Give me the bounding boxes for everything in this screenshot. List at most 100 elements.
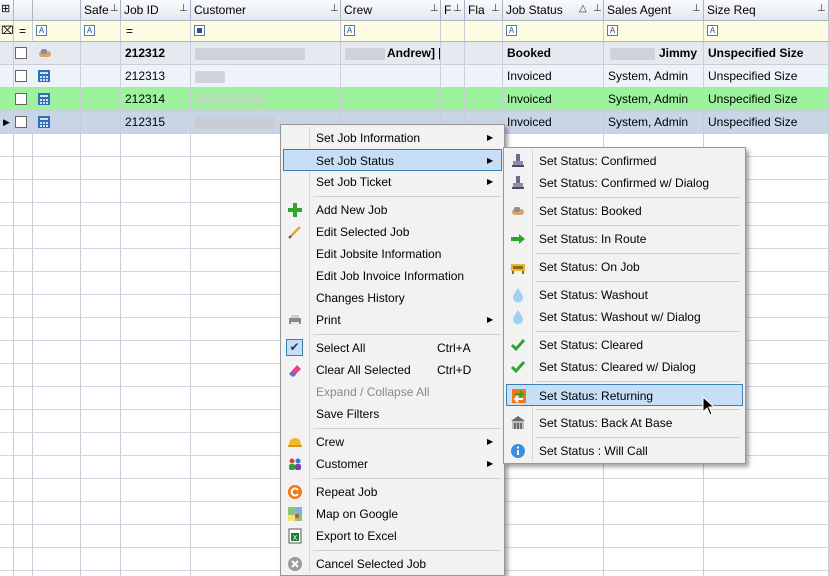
menu-item-print[interactable]: Print ▶ [283,309,502,331]
column-header-fla[interactable]: Fla ⊥ [465,0,503,21]
cell-fla[interactable] [465,42,503,64]
menu-item-status-washout[interactable]: Set Status: Washout [506,284,743,306]
cell-safe[interactable] [81,65,121,87]
cell-sales-agent[interactable]: System, Admin [604,111,704,133]
filter-cell-job-status[interactable]: A [503,21,604,42]
menu-item-add-new-job[interactable]: Add New Job [283,199,502,221]
menu-item-customer[interactable]: Customer ▶ [283,453,502,475]
filter-cell-crew[interactable]: A [341,21,441,42]
cell-f[interactable] [441,42,465,64]
cell-crew[interactable]: Andrew] [ [341,42,441,64]
filter-box-icon[interactable] [194,25,205,36]
filter-cell-f[interactable] [441,21,465,42]
icon-column-header[interactable] [33,0,81,21]
text-filter-icon[interactable]: A [36,25,47,36]
menu-item-edit-job-invoice-information[interactable]: Edit Job Invoice Information [283,265,502,287]
pin-icon[interactable]: ⊥ [453,3,462,14]
pin-icon[interactable]: ⊥ [330,3,339,14]
menu-item-status-confirmed[interactable]: Set Status: Confirmed [506,150,743,172]
cell-customer[interactable] [191,65,341,87]
cell-crew[interactable] [341,65,441,87]
table-row[interactable]: 212312 Andrew] [ Booked Jimmy Unspecifie… [0,42,829,65]
sort-ascending-icon[interactable]: △ [579,3,587,14]
cell-f[interactable] [441,65,465,87]
cell-sales-agent[interactable]: System, Admin [604,88,704,110]
cell-f[interactable] [441,88,465,110]
menu-item-save-filters[interactable]: Save Filters [283,403,502,425]
cell-safe[interactable] [81,88,121,110]
menu-item-status-washout-dialog[interactable]: Set Status: Washout w/ Dialog [506,306,743,328]
grid-settings-icon[interactable]: ⊞ [1,2,10,15]
menu-item-cancel-selected-job[interactable]: Cancel Selected Job [283,553,502,575]
pin-icon[interactable]: ⊥ [430,3,439,14]
text-filter-icon[interactable]: A [707,25,718,36]
column-header-job-id[interactable]: Job ID ⊥ [121,0,191,21]
row-checkbox[interactable] [15,116,27,128]
filter-cell-fla[interactable] [465,21,503,42]
menu-item-export-to-excel[interactable]: X Export to Excel [283,525,502,547]
filter-cell-checkbox[interactable]: = [14,21,33,42]
text-filter-icon[interactable]: A [344,25,355,36]
filter-cell-safe[interactable]: A [81,21,121,42]
pin-icon[interactable]: ⊥ [491,3,500,14]
menu-item-select-all[interactable]: ✔ Select All Ctrl+A [283,337,502,359]
menu-item-status-on-job[interactable]: Set Status: On Job [506,256,743,278]
text-filter-icon[interactable]: A [84,25,95,36]
checkbox-column-header[interactable] [14,0,33,21]
column-header-customer[interactable]: Customer ⊥ [191,0,341,21]
column-header-crew[interactable]: Crew ⊥ [341,0,441,21]
equals-operator[interactable]: = [126,24,133,38]
cell-job-status[interactable]: Booked [503,42,604,64]
filter-cell-customer[interactable] [191,21,341,42]
cell-customer[interactable] [191,42,341,64]
cell-job-status[interactable]: Invoiced [503,111,604,133]
cell-fla[interactable] [465,88,503,110]
pin-icon[interactable]: ⊥ [817,3,826,14]
row-checkbox[interactable] [15,47,27,59]
cell-customer[interactable] [191,88,341,110]
menu-item-status-in-route[interactable]: Set Status: In Route [506,228,743,250]
cell-safe[interactable] [81,42,121,64]
column-header-safe[interactable]: Safe ⊥ [81,0,121,21]
cell-crew[interactable] [341,88,441,110]
menu-item-status-confirmed-dialog[interactable]: Set Status: Confirmed w/ Dialog [506,172,743,194]
column-header-job-status[interactable]: Job Status △ ⊥ [503,0,604,21]
cell-safe[interactable] [81,111,121,133]
menu-item-set-job-status[interactable]: Set Job Status ▶ [283,149,502,171]
equals-operator[interactable]: = [19,24,26,38]
text-filter-icon[interactable]: A [607,25,618,36]
pin-icon[interactable]: ⊥ [593,3,602,14]
menu-item-crew[interactable]: Crew ▶ [283,431,502,453]
table-row[interactable]: 212313 Invoiced System, Admin Unspecifie… [0,65,829,88]
menu-item-edit-selected-job[interactable]: Edit Selected Job [283,221,502,243]
cell-job-status[interactable]: Invoiced [503,88,604,110]
row-checkbox[interactable] [15,70,27,82]
cell-sales-agent[interactable]: Jimmy [604,42,704,64]
menu-item-set-job-ticket[interactable]: Set Job Ticket ▶ [283,171,502,193]
cell-job-id[interactable]: 212312 [121,42,191,64]
column-header-size-req[interactable]: Size Req ⊥ [704,0,829,21]
column-header-sales-agent[interactable]: Sales Agent ⊥ [604,0,704,21]
cell-job-status[interactable]: Invoiced [503,65,604,87]
menu-item-map-on-google[interactable]: Map on Google [283,503,502,525]
clear-filter-cell[interactable]: ⌧ [0,21,14,42]
menu-item-status-will-call[interactable]: Set Status : Will Call [506,440,743,462]
menu-item-changes-history[interactable]: Changes History [283,287,502,309]
filter-cell-size-req[interactable]: A [704,21,829,42]
cell-size-req[interactable]: Unspecified Size [704,88,829,110]
filter-cell-icon[interactable]: A [33,21,81,42]
pin-icon[interactable]: ⊥ [692,3,701,14]
text-filter-icon[interactable]: A [506,25,517,36]
menu-item-repeat-job[interactable]: Repeat Job [283,481,502,503]
pin-icon[interactable]: ⊥ [179,3,188,14]
cell-job-id[interactable]: 212313 [121,65,191,87]
row-checkbox[interactable] [15,93,27,105]
cell-size-req[interactable]: Unspecified Size [704,42,829,64]
menu-item-edit-jobsite-information[interactable]: Edit Jobsite Information [283,243,502,265]
cell-job-id[interactable]: 212315 [121,111,191,133]
menu-item-clear-all-selected[interactable]: Clear All Selected Ctrl+D [283,359,502,381]
cell-sales-agent[interactable]: System, Admin [604,65,704,87]
pin-icon[interactable]: ⊥ [110,3,119,14]
grid-settings-cell[interactable]: ⊞ [0,0,14,21]
menu-item-set-job-information[interactable]: Set Job Information ▶ [283,127,502,149]
